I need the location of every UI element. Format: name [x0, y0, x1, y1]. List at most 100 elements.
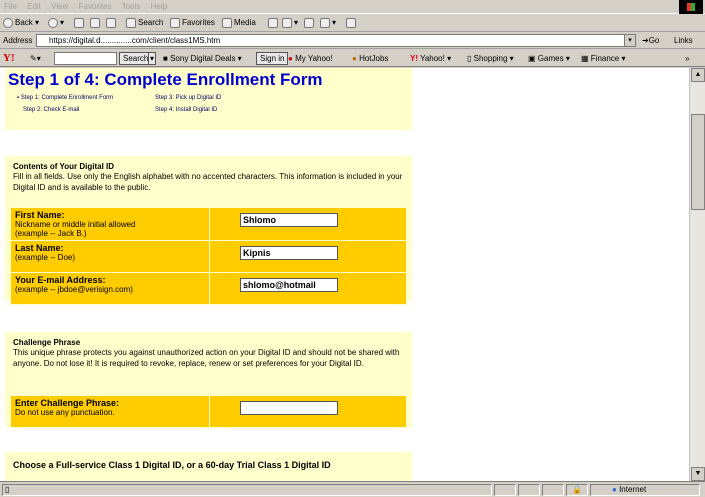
choose-id-section: Choose a Full-service Class 1 Digital ID… [5, 452, 412, 481]
globe-icon: ● [612, 485, 617, 494]
step-1-link[interactable]: ▪ Step 1: Complete Enrollment Form [17, 95, 113, 101]
history-button[interactable] [268, 16, 280, 30]
forward-button[interactable]: ▾ [48, 16, 64, 30]
menu-help[interactable]: Help [147, 0, 171, 11]
my-yahoo-icon: ● [288, 54, 293, 63]
scroll-down-arrow-icon[interactable]: ▼ [691, 467, 705, 481]
mail-icon [282, 17, 292, 28]
go-arrow-icon: ➔ [642, 36, 649, 45]
stop-icon [74, 17, 84, 28]
search-icon [126, 17, 136, 28]
forward-arrow-icon [48, 17, 58, 28]
media-icon [222, 17, 232, 28]
hotjobs-icon: ● [352, 54, 357, 63]
step-2-link[interactable]: Step 2: Check E-mail [23, 107, 79, 113]
challenge-hint: Do not use any punctuation. [15, 408, 115, 417]
yahoo-sony-deals[interactable]: ■ Sony Digital Deals ▾ [163, 54, 242, 63]
challenge-phrase-field[interactable] [240, 401, 338, 415]
discuss-button[interactable] [346, 16, 358, 30]
contents-description: Fill in all fields. Use only the English… [13, 172, 403, 192]
menu-bar: File Edit View Favorites Tools Help [0, 0, 705, 14]
page-title: Step 1 of 4: Complete Enrollment Form [8, 70, 323, 89]
media-button[interactable]: Media [222, 16, 256, 30]
stop-button[interactable] [74, 16, 86, 30]
edit-button[interactable]: ▾ [320, 16, 336, 30]
yahoo-my-yahoo[interactable]: ● My Yahoo! [288, 54, 333, 63]
challenge-form-table: Enter Challenge Phrase: Do not use any p… [10, 395, 407, 428]
status-segment [518, 484, 540, 496]
toolbar-overflow-chevron-icon[interactable]: » [685, 54, 689, 63]
menu-view[interactable]: View [47, 0, 72, 11]
refresh-button[interactable] [90, 16, 102, 30]
shopping-icon: ▯ [467, 54, 472, 63]
pencil-icon[interactable]: ✎▾ [30, 54, 41, 63]
yahoo-search-dropdown[interactable]: ▾ [148, 52, 157, 65]
page-viewport: Step 1 of 4: Complete Enrollment Form ▪ … [0, 68, 689, 481]
email-label: Your E-mail Address: [15, 275, 106, 285]
email-field[interactable] [240, 278, 338, 292]
yahoo-toolbar: Y! ✎▾ Search ▾ ■ Sony Digital Deals ▾ Si… [0, 50, 705, 67]
step-header: Step 1 of 4: Complete Enrollment Form ▪ … [5, 68, 412, 130]
last-name-row: Last Name: (example -- Doe) [11, 241, 406, 272]
contents-title: Contents of Your Digital ID [13, 162, 115, 171]
yahoo-sign-in-button[interactable]: Sign in [256, 52, 289, 65]
address-bar: Address https://digital.d..............c… [0, 33, 705, 49]
go-button[interactable]: ➔Go [642, 36, 659, 45]
yahoo-finance[interactable]: ▦ Finance ▾ [581, 54, 626, 63]
address-input[interactable]: https://digital.d..............com/clien… [36, 34, 636, 47]
finance-icon: ▦ [581, 54, 589, 63]
email-example: (example -- jbdoe@verisign.com) [15, 285, 133, 294]
step-3-link[interactable]: Step 3: Pick up Digital ID [155, 95, 221, 101]
games-icon: ▣ [528, 54, 536, 63]
address-dropdown-button[interactable]: ▾ [624, 34, 636, 47]
favorites-icon [170, 17, 180, 28]
back-button[interactable]: Back ▾ [3, 16, 39, 30]
first-name-example: (example -- Jack B.) [15, 229, 87, 238]
status-bar: ▯ 🔒 ● Internet [0, 481, 705, 497]
yahoo-shopping[interactable]: ▯ Shopping ▾ [467, 54, 514, 63]
home-icon [106, 17, 116, 28]
home-button[interactable] [106, 16, 118, 30]
yahoo-search-input[interactable] [54, 52, 117, 65]
menu-file[interactable]: File [0, 0, 21, 11]
last-name-field[interactable] [240, 246, 338, 260]
links-button[interactable]: Links [674, 36, 693, 45]
refresh-icon [90, 17, 100, 28]
address-label: Address [3, 36, 33, 45]
status-segment [542, 484, 564, 496]
first-name-field[interactable] [240, 213, 338, 227]
back-arrow-icon [3, 17, 13, 28]
email-row: Your E-mail Address: (example -- jbdoe@v… [11, 273, 406, 304]
yahoo-mail[interactable]: Y! Yahoo! ▾ [410, 54, 451, 63]
vertical-scrollbar[interactable]: ▲ ▼ [689, 68, 705, 481]
first-name-hint: Nickname or middle initial allowed [15, 220, 136, 229]
scroll-thumb[interactable] [691, 114, 705, 210]
choose-id-heading: Choose a Full-service Class 1 Digital ID… [13, 460, 331, 470]
yahoo-games[interactable]: ▣ Games ▾ [528, 54, 570, 63]
scroll-up-arrow-icon[interactable]: ▲ [691, 68, 705, 82]
status-segment [494, 484, 516, 496]
yahoo-mail-icon: Y! [410, 54, 418, 63]
menu-edit[interactable]: Edit [23, 0, 45, 11]
edit-icon [320, 17, 330, 28]
last-name-label: Last Name: [15, 243, 64, 253]
status-text: ▯ [2, 484, 492, 496]
challenge-description: This unique phrase protects you against … [13, 348, 400, 368]
sony-icon: ■ [163, 54, 168, 63]
challenge-label: Enter Challenge Phrase: [15, 398, 120, 408]
discuss-icon [346, 17, 356, 28]
challenge-title: Challenge Phrase [13, 338, 81, 347]
step-4-link[interactable]: Step 4: Install Digital ID [155, 107, 217, 113]
history-icon [268, 17, 278, 28]
mail-button[interactable]: ▾ [282, 16, 298, 30]
print-button[interactable] [304, 16, 316, 30]
yahoo-logo-icon[interactable]: Y! [3, 52, 15, 64]
first-name-row: First Name: Nickname or middle initial a… [11, 208, 406, 240]
menu-tools[interactable]: Tools [118, 0, 145, 11]
menu-favorites[interactable]: Favorites [75, 0, 116, 11]
page-status-icon: ▯ [5, 485, 10, 494]
last-name-example: (example -- Doe) [15, 253, 76, 262]
favorites-button[interactable]: Favorites [170, 16, 215, 30]
yahoo-hotjobs[interactable]: ● HotJobs [352, 54, 388, 63]
search-button[interactable]: Search [126, 16, 163, 30]
